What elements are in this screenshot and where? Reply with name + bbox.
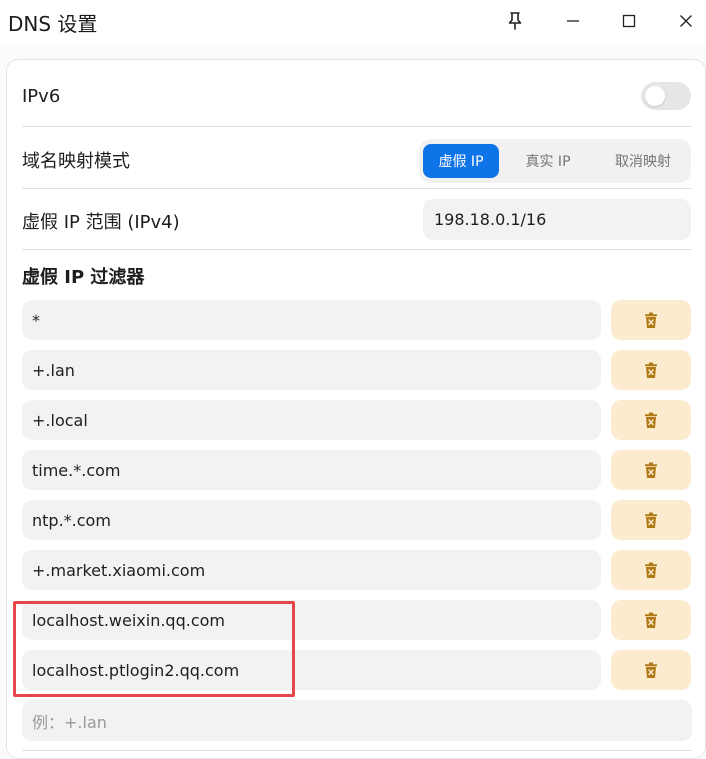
trash-icon (645, 412, 657, 428)
close-button[interactable] (671, 8, 701, 34)
mode-option-fake-ip[interactable]: 虚假 IP (423, 144, 499, 178)
filter-row: +.local (22, 400, 692, 450)
maximize-button[interactable] (614, 8, 644, 34)
filter-entry[interactable]: +.local (22, 400, 601, 440)
filter-entry[interactable]: +.lan (22, 350, 601, 390)
filter-row: +.lan (22, 350, 692, 400)
minimize-button[interactable] (558, 8, 588, 34)
ipv6-toggle[interactable] (641, 82, 691, 110)
toggle-knob (645, 86, 665, 106)
new-filter-input[interactable]: 例：+.lan (22, 700, 692, 741)
ipv6-label: IPv6 (22, 86, 61, 107)
trash-icon (645, 512, 657, 528)
fake-ip-range-input[interactable]: 198.18.0.1/16 (423, 199, 691, 240)
trash-icon (645, 312, 657, 328)
pin-button[interactable] (500, 8, 530, 34)
divider (22, 126, 692, 127)
mapping-mode-selector: 虚假 IP 真实 IP 取消映射 (419, 139, 691, 183)
fake-ip-range-label: 虚假 IP 范围 (IPv4) (22, 212, 180, 233)
highlight-box (13, 601, 295, 697)
pin-icon (508, 12, 522, 30)
delete-filter-button[interactable] (611, 500, 691, 540)
delete-filter-button[interactable] (611, 600, 691, 640)
divider (22, 249, 692, 250)
mode-option-real-ip[interactable]: 真实 IP (511, 144, 585, 178)
filter-row: +.market.xiaomi.com (22, 550, 692, 600)
mode-option-no-mapping[interactable]: 取消映射 (599, 144, 687, 178)
fake-ip-filter-title: 虚假 IP 过滤器 (22, 267, 145, 288)
filter-entry[interactable]: ntp.*.com (22, 500, 601, 540)
trash-icon (645, 612, 657, 628)
trash-icon (645, 362, 657, 378)
delete-filter-button[interactable] (611, 650, 691, 690)
filter-entry[interactable]: time.*.com (22, 450, 601, 490)
filter-row: time.*.com (22, 450, 692, 500)
delete-filter-button[interactable] (611, 400, 691, 440)
filter-entry[interactable]: +.market.xiaomi.com (22, 550, 601, 590)
filter-row: * (22, 300, 692, 350)
close-icon (680, 15, 692, 27)
trash-icon (645, 662, 657, 678)
divider (22, 188, 692, 189)
filter-entry[interactable]: * (22, 300, 601, 340)
filter-row: ntp.*.com (22, 500, 692, 550)
delete-filter-button[interactable] (611, 350, 691, 390)
title-bar: DNS 设置 (0, 0, 706, 46)
trash-icon (645, 562, 657, 578)
window-title: DNS 设置 (8, 12, 98, 36)
trash-icon (645, 462, 657, 478)
maximize-icon (622, 14, 636, 28)
delete-filter-button[interactable] (611, 300, 691, 340)
delete-filter-button[interactable] (611, 450, 691, 490)
mapping-mode-label: 域名映射模式 (22, 151, 130, 172)
delete-filter-button[interactable] (611, 550, 691, 590)
minimize-icon (567, 20, 579, 22)
